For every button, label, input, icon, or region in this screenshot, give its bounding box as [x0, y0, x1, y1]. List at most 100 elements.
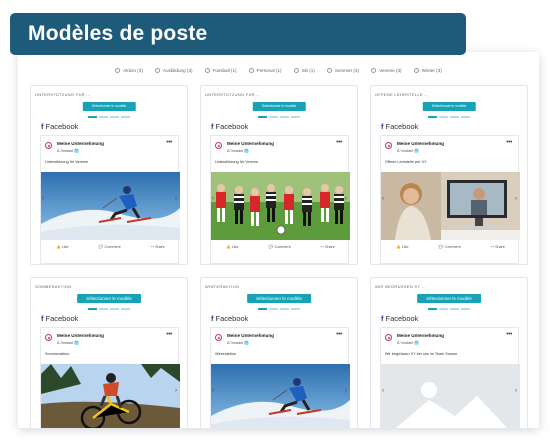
share-button[interactable]: ↪ Share	[491, 245, 505, 249]
carousel-dot[interactable]	[439, 308, 448, 310]
chevron-left-icon[interactable]: ‹	[382, 388, 384, 394]
radio-icon[interactable]	[204, 67, 210, 73]
carousel-dot[interactable]	[439, 116, 448, 118]
post-preview: Meine Unternehmung À l'instant 🌐 ••• Unt…	[40, 135, 180, 264]
filter-option[interactable]: Aktion (3)	[115, 65, 143, 75]
select-template-button[interactable]: Sélectionner le modèle	[82, 102, 136, 111]
more-options-icon[interactable]: •••	[336, 139, 342, 146]
filter-option[interactable]: Sommer (3)	[326, 65, 360, 75]
radio-icon[interactable]	[154, 67, 160, 73]
carousel-dot[interactable]	[258, 116, 267, 118]
carousel-dot[interactable]	[258, 308, 267, 310]
radio-icon[interactable]	[248, 67, 254, 73]
comment-button[interactable]: 💬 Comment	[99, 245, 121, 249]
carousel-dot[interactable]	[450, 308, 459, 310]
share-button[interactable]: ↪ Share	[151, 245, 165, 249]
carousel-dot[interactable]	[121, 116, 130, 118]
avatar	[215, 142, 222, 149]
carousel-dot[interactable]	[291, 116, 300, 118]
account-name: Meine Unternehmung	[57, 333, 104, 338]
more-options-icon[interactable]: •••	[166, 139, 172, 146]
chevron-left-icon[interactable]: ‹	[382, 196, 384, 202]
account-name: Meine Unternehmung	[227, 141, 274, 146]
skier-icon	[211, 364, 350, 428]
network-label: f Facebook	[381, 314, 418, 323]
carousel-dot[interactable]	[280, 116, 289, 118]
chevron-right-icon[interactable]: ›	[515, 388, 517, 394]
select-template-button[interactable]: Sélectionner le modèle	[422, 102, 476, 111]
carousel-dot[interactable]	[121, 308, 130, 310]
radio-icon[interactable]	[413, 67, 419, 73]
post-actions: 👍 Like 💬 Comment ↪ Share	[41, 245, 180, 249]
like-button[interactable]: 👍 Like	[56, 245, 68, 249]
chevron-left-icon[interactable]: ‹	[212, 388, 214, 394]
chevron-right-icon[interactable]: ›	[175, 196, 177, 202]
radio-icon[interactable]	[326, 67, 332, 73]
filter-option[interactable]: Ausbildung (3)	[154, 65, 193, 75]
share-label: Share	[154, 245, 165, 249]
mountain-biker-icon	[41, 364, 180, 428]
avatar	[45, 334, 52, 341]
share-label: Share	[494, 245, 505, 249]
chevron-left-icon[interactable]: ‹	[42, 388, 44, 394]
network-label: f Facebook	[211, 122, 248, 131]
post-preview: Meine Unternehmung À l'instant 🌐 ••• Wir…	[380, 327, 520, 428]
filter-option[interactable]: Personal (1)	[248, 65, 282, 75]
network-label: f Facebook	[41, 122, 78, 131]
post-caption: Unterstützung für Vereine	[215, 160, 259, 164]
like-button[interactable]: 👍 Like	[226, 245, 238, 249]
card-category: UNTERSTÜTZUNG FÜR ...	[205, 92, 261, 97]
share-button[interactable]: ↪ Share	[321, 245, 335, 249]
chevron-right-icon[interactable]: ›	[345, 196, 347, 202]
filter-option[interactable]: Vereine (3)	[371, 65, 402, 75]
more-options-icon[interactable]: •••	[506, 331, 512, 338]
carousel-dot[interactable]	[110, 308, 119, 310]
filter-option[interactable]: Ski (1)	[293, 65, 315, 75]
carousel-dot[interactable]	[280, 308, 289, 310]
filter-option[interactable]: Winter (3)	[413, 65, 442, 75]
more-options-icon[interactable]: •••	[336, 331, 342, 338]
chevron-left-icon[interactable]: ‹	[212, 196, 214, 202]
filter-option[interactable]: Fussball (1)	[204, 65, 237, 75]
like-label: Like	[401, 245, 409, 249]
carousel-dot[interactable]	[428, 308, 437, 310]
chevron-left-icon[interactable]: ‹	[42, 196, 44, 202]
comment-button[interactable]: 💬 Comment	[439, 245, 461, 249]
select-template-button[interactable]: Sélectionner le modèle	[77, 294, 141, 303]
carousel-dot[interactable]	[461, 308, 470, 310]
more-options-icon[interactable]: •••	[166, 331, 172, 338]
avatar	[45, 142, 52, 149]
chevron-right-icon[interactable]: ›	[515, 196, 517, 202]
select-template-button[interactable]: Sélectionner le modèle	[252, 102, 306, 111]
select-template-button[interactable]: Sélectionner le modèle	[417, 294, 481, 303]
carousel-dot[interactable]	[99, 308, 108, 310]
radio-icon[interactable]	[115, 67, 121, 73]
filter-label: Winter (3)	[421, 67, 442, 73]
like-button[interactable]: 👍 Like	[396, 245, 408, 249]
carousel-dot[interactable]	[88, 116, 97, 118]
more-options-icon[interactable]: •••	[506, 139, 512, 146]
carousel-dot[interactable]	[291, 308, 300, 310]
chevron-right-icon[interactable]: ›	[345, 388, 347, 394]
chevron-right-icon[interactable]: ›	[175, 388, 177, 394]
account-name: Meine Unternehmung	[397, 333, 444, 338]
facebook-icon: f	[211, 314, 214, 323]
filter-label: Ausbildung (3)	[162, 67, 193, 73]
carousel-dot[interactable]	[461, 116, 470, 118]
carousel-dot[interactable]	[428, 116, 437, 118]
radio-icon[interactable]	[293, 67, 299, 73]
account-name: Meine Unternehmung	[57, 141, 104, 146]
filter-label: Sommer (3)	[334, 67, 360, 73]
carousel-dots	[88, 116, 130, 118]
carousel-dot[interactable]	[88, 308, 97, 310]
video-call-icon	[381, 172, 520, 240]
carousel-dot[interactable]	[269, 116, 278, 118]
carousel-dot[interactable]	[269, 308, 278, 310]
carousel-dot[interactable]	[110, 116, 119, 118]
carousel-dot[interactable]	[450, 116, 459, 118]
carousel-dot[interactable]	[99, 116, 108, 118]
select-template-button[interactable]: Sélectionner le modèle	[247, 294, 311, 303]
card-category: UNTERSTÜTZUNG FÜR ...	[35, 92, 91, 97]
comment-button[interactable]: 💬 Comment	[269, 245, 291, 249]
radio-icon[interactable]	[371, 67, 377, 73]
